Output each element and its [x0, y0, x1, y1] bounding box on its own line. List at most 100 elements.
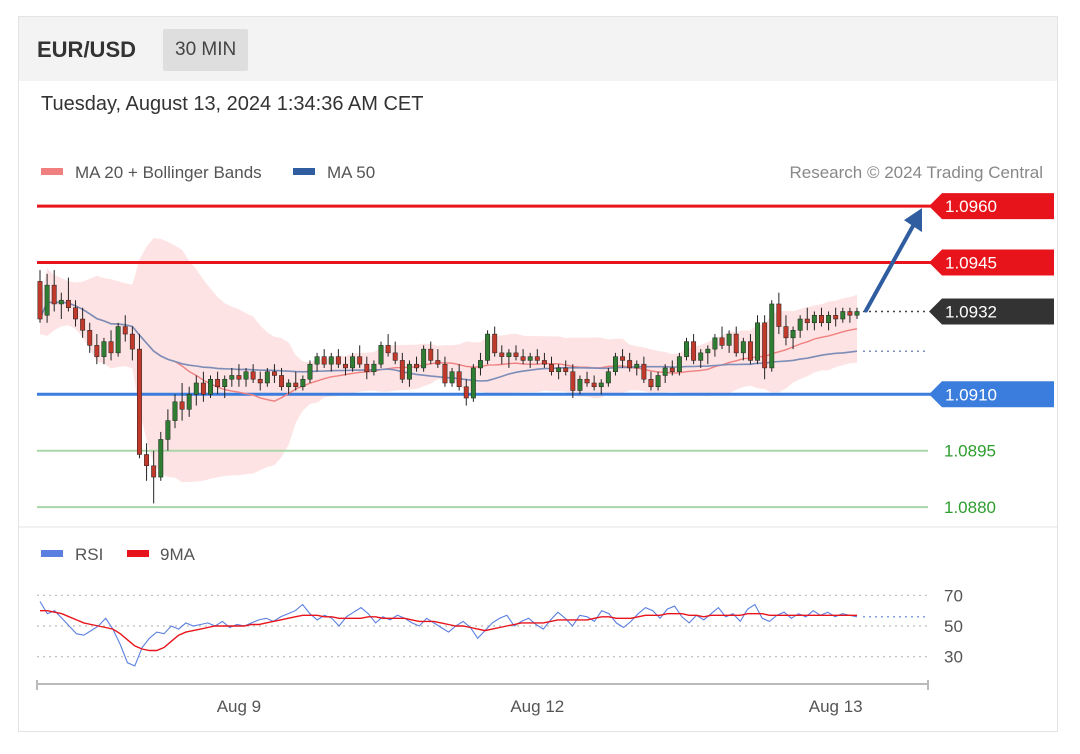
candle-body [705, 348, 711, 354]
candle-body [399, 360, 405, 380]
candle-body [811, 314, 817, 324]
candle-body [65, 299, 71, 308]
candle-body [385, 345, 391, 354]
ma20-legend-label: MA 20 + Bollinger Bands [75, 163, 262, 182]
candle-body [840, 311, 846, 320]
candle-body [271, 371, 277, 376]
candle-body [257, 378, 263, 384]
candle-body [300, 378, 306, 388]
candle-body [208, 378, 213, 395]
candle-body [151, 465, 157, 478]
candle-body [165, 420, 171, 440]
candle-body [733, 333, 739, 354]
ma50-legend-label: MA 50 [327, 163, 375, 182]
candle-body [357, 356, 363, 365]
candle-body [449, 371, 455, 384]
resistance-level-label: 1.0960 [945, 197, 997, 216]
target-arrow-shaft [864, 222, 916, 313]
candle-body [314, 356, 320, 365]
candle-body [819, 314, 824, 324]
candle-body [641, 363, 647, 380]
support-level-label: 1.0910 [945, 385, 997, 404]
candle-body [726, 333, 732, 346]
ma9-legend-label: 9MA [160, 545, 196, 564]
candle-body [243, 371, 249, 380]
ma9-legend-swatch [127, 550, 149, 557]
candle-body [534, 356, 540, 361]
candle [755, 315, 760, 365]
candle-body [115, 326, 121, 354]
candle-body [549, 363, 554, 372]
resistance-level-label: 1.0945 [945, 254, 997, 273]
candle-body [627, 360, 633, 369]
candle-body [762, 322, 768, 369]
rsi-panel: 70 50 30 [37, 586, 963, 667]
candle-body [435, 360, 441, 365]
candle-body [236, 375, 242, 380]
x-tick-label: Aug 9 [217, 697, 261, 716]
candle-body [307, 363, 313, 380]
candle [158, 431, 164, 481]
candle-body [478, 360, 483, 369]
candle-body [698, 352, 704, 361]
candle [421, 345, 427, 372]
rsi-tick-label: 30 [944, 648, 963, 667]
candle-body [129, 333, 135, 350]
ma50-legend-swatch [293, 168, 315, 175]
candle-body [293, 382, 299, 388]
candle-body [371, 363, 377, 372]
rsi-legend-label: RSI [75, 545, 103, 564]
candle-body [414, 363, 419, 369]
candle-body [137, 348, 142, 455]
candle-body [833, 314, 839, 320]
rsi-legend-swatch [41, 550, 63, 557]
candle [37, 270, 43, 323]
candle-body [520, 356, 526, 361]
candle-body [712, 337, 718, 350]
candle [733, 326, 739, 357]
candle-body [676, 356, 682, 372]
candle-body [513, 352, 519, 357]
candle-body [87, 330, 93, 346]
candle-body [193, 382, 199, 395]
candle-body [556, 367, 562, 372]
candle-body [421, 348, 427, 369]
candle-body [222, 378, 228, 388]
candle-body [406, 363, 412, 380]
candle-body [541, 360, 547, 365]
candle-body [598, 382, 604, 388]
x-tick-label: Aug 12 [510, 697, 564, 716]
candle-body [790, 330, 796, 339]
x-axis: Aug 9 Aug 12 Aug 13 [36, 680, 929, 716]
candle-body [485, 333, 491, 361]
candle-body [605, 371, 611, 384]
rsi-tick-label: 50 [944, 617, 963, 636]
candle-body [172, 401, 178, 421]
candle-body [179, 401, 185, 410]
candle [144, 443, 150, 481]
candle-body [719, 337, 725, 346]
candle [470, 364, 476, 402]
candle-body [854, 311, 860, 316]
candle [137, 334, 142, 459]
candle-body [279, 375, 285, 388]
candle-body [250, 371, 256, 380]
candle-body [158, 439, 164, 478]
candle-body [612, 356, 618, 372]
candle-body [691, 341, 697, 361]
candle-body [80, 318, 86, 331]
candle-body [51, 284, 57, 305]
candle-body [328, 356, 334, 365]
candle-body [797, 318, 803, 331]
candle-body [186, 394, 192, 410]
candle-body [655, 375, 661, 388]
ma20-legend-swatch [41, 168, 63, 175]
candle-body [570, 371, 576, 391]
last-price-label: 1.0932 [945, 302, 997, 321]
candle-body [73, 307, 78, 320]
candle [485, 330, 491, 365]
candle-body [577, 378, 583, 391]
candle-body [286, 382, 292, 388]
candle-body [144, 454, 150, 467]
pivot-level-label: 1.0880 [944, 498, 996, 517]
